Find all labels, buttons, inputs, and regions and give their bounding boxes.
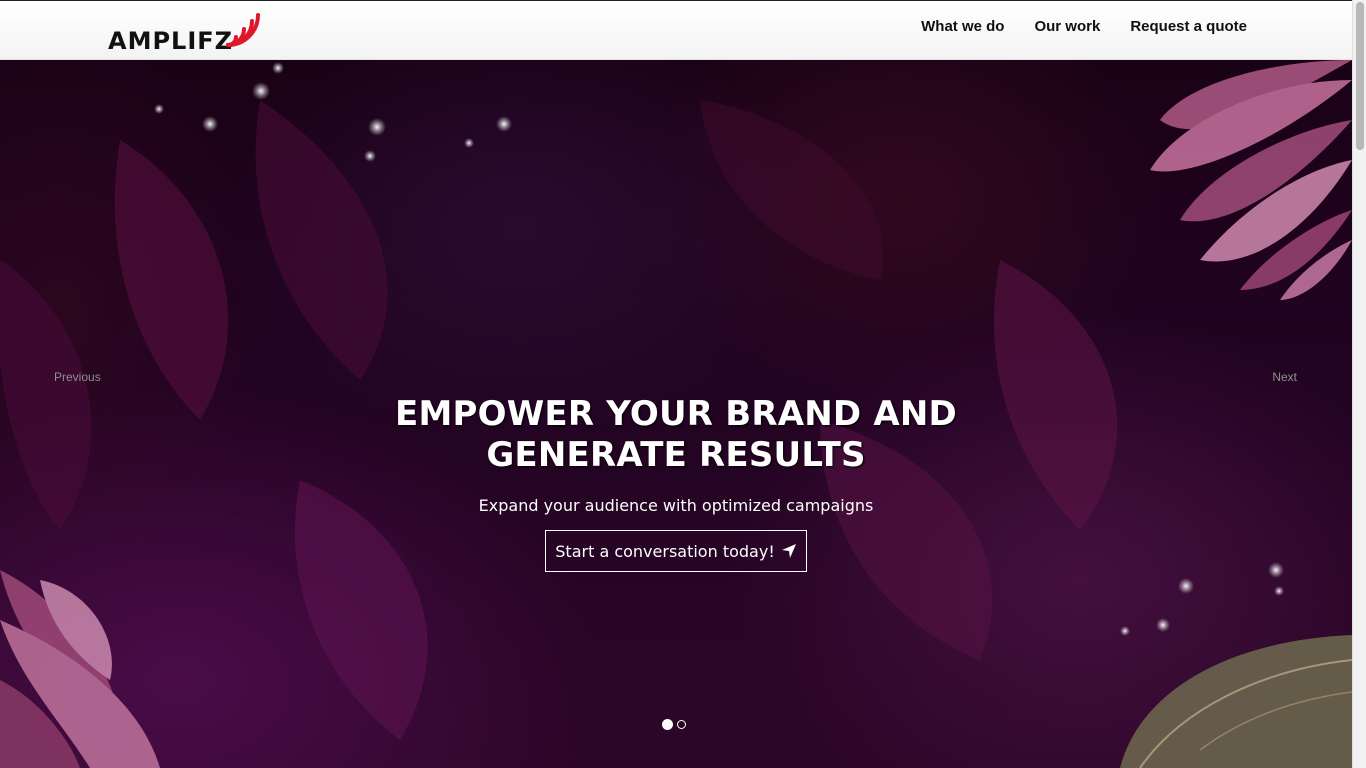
carousel-previous-button[interactable]: Previous: [54, 370, 101, 384]
sparkle: [272, 62, 284, 74]
sparkle: [1156, 618, 1170, 632]
hero-caption: EMPOWER YOUR BRAND AND GENERATE RESULTS …: [0, 394, 1352, 572]
sparkle: [1178, 578, 1194, 594]
scrollbar-thumb[interactable]: [1356, 2, 1364, 150]
page-scrollbar[interactable]: [1352, 0, 1366, 768]
sparkle: [1274, 586, 1284, 596]
site-header: AMPLIFZ What we do Our work Request a qu…: [0, 0, 1352, 60]
hero-carousel: Previous Next EMPOWER YOUR BRAND AND GEN…: [0, 60, 1352, 768]
carousel-indicator-1[interactable]: [662, 719, 673, 730]
nav-what-we-do[interactable]: What we do: [921, 18, 1004, 35]
carousel-next-button[interactable]: Next: [1272, 370, 1297, 384]
sparkle: [154, 104, 164, 114]
amplifz-logo[interactable]: AMPLIFZ: [106, 5, 266, 55]
nav-our-work[interactable]: Our work: [1034, 18, 1100, 35]
hero-title: EMPOWER YOUR BRAND AND GENERATE RESULTS: [395, 394, 957, 475]
sparkle: [464, 138, 474, 148]
sparkle: [252, 82, 270, 100]
cta-label: Start a conversation today!: [555, 541, 775, 561]
sparkle: [202, 116, 218, 132]
location-arrow-icon: [781, 544, 796, 558]
signal-waves-icon: [226, 13, 260, 47]
logo-wordmark: AMPLIFZ: [108, 27, 234, 55]
nav-request-a-quote[interactable]: Request a quote: [1130, 18, 1247, 35]
sparkle: [364, 150, 376, 162]
carousel-indicator-2[interactable]: [677, 720, 686, 729]
main-nav: What we do Our work Request a quote: [921, 18, 1247, 35]
sparkle: [368, 118, 386, 136]
carousel-indicators: [662, 719, 686, 730]
start-conversation-button[interactable]: Start a conversation today!: [545, 530, 807, 572]
sparkle: [1120, 626, 1130, 636]
hero-subtitle: Expand your audience with optimized camp…: [478, 496, 874, 515]
sparkle: [496, 116, 512, 132]
